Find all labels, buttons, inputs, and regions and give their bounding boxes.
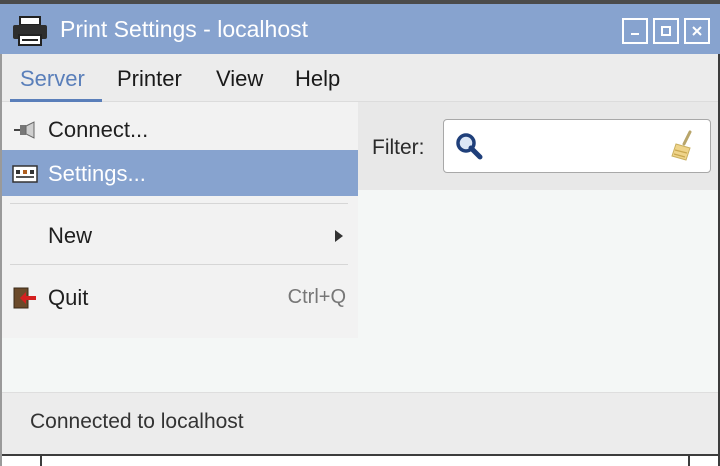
menu-item-settings-label: Settings... bbox=[48, 161, 146, 186]
menu-separator bbox=[10, 203, 348, 204]
maximize-button[interactable] bbox=[653, 18, 679, 44]
menu-item-quit[interactable]: Quit Ctrl+Q bbox=[0, 274, 358, 320]
bottom-panel-divider bbox=[688, 456, 690, 466]
menu-item-quit-shortcut: Ctrl+Q bbox=[287, 286, 346, 308]
menu-view[interactable]: View bbox=[216, 66, 263, 92]
close-button[interactable] bbox=[684, 18, 710, 44]
menu-printer[interactable]: Printer bbox=[117, 66, 182, 92]
bottom-panel-divider bbox=[40, 456, 42, 466]
search-icon[interactable] bbox=[455, 132, 483, 160]
title-bar[interactable]: Print Settings - localhost bbox=[0, 0, 720, 54]
submenu-arrow-icon bbox=[335, 230, 343, 242]
maximize-icon bbox=[661, 26, 671, 36]
menu-item-settings[interactable]: Settings... bbox=[0, 150, 358, 196]
clear-broom-icon[interactable] bbox=[668, 130, 698, 162]
filter-label: Filter: bbox=[372, 136, 425, 159]
minimize-button[interactable] bbox=[622, 18, 648, 44]
menu-item-connect[interactable]: Connect... bbox=[0, 106, 358, 152]
printer-icon bbox=[13, 16, 47, 46]
close-icon bbox=[692, 26, 702, 36]
menu-help[interactable]: Help bbox=[295, 66, 340, 92]
menu-item-new-label: New bbox=[48, 223, 93, 248]
settings-icon bbox=[12, 165, 38, 183]
menu-separator bbox=[10, 264, 348, 265]
bottom-panel-edge bbox=[0, 454, 720, 466]
menu-server[interactable]: Server bbox=[10, 66, 95, 92]
quit-door-icon bbox=[13, 287, 36, 309]
window-title: Print Settings - localhost bbox=[60, 16, 309, 42]
window-left-border bbox=[0, 54, 2, 466]
menu-item-connect-label: Connect... bbox=[48, 117, 149, 142]
menu-item-quit-label: Quit bbox=[48, 285, 89, 310]
connect-plug-icon bbox=[14, 121, 35, 139]
minimize-icon bbox=[631, 33, 639, 35]
status-bar: Connected to localhost bbox=[0, 392, 720, 454]
menu-bar: Server Printer View Help bbox=[0, 54, 720, 102]
status-text: Connected to localhost bbox=[30, 410, 244, 433]
menu-item-new[interactable]: New bbox=[0, 212, 358, 258]
